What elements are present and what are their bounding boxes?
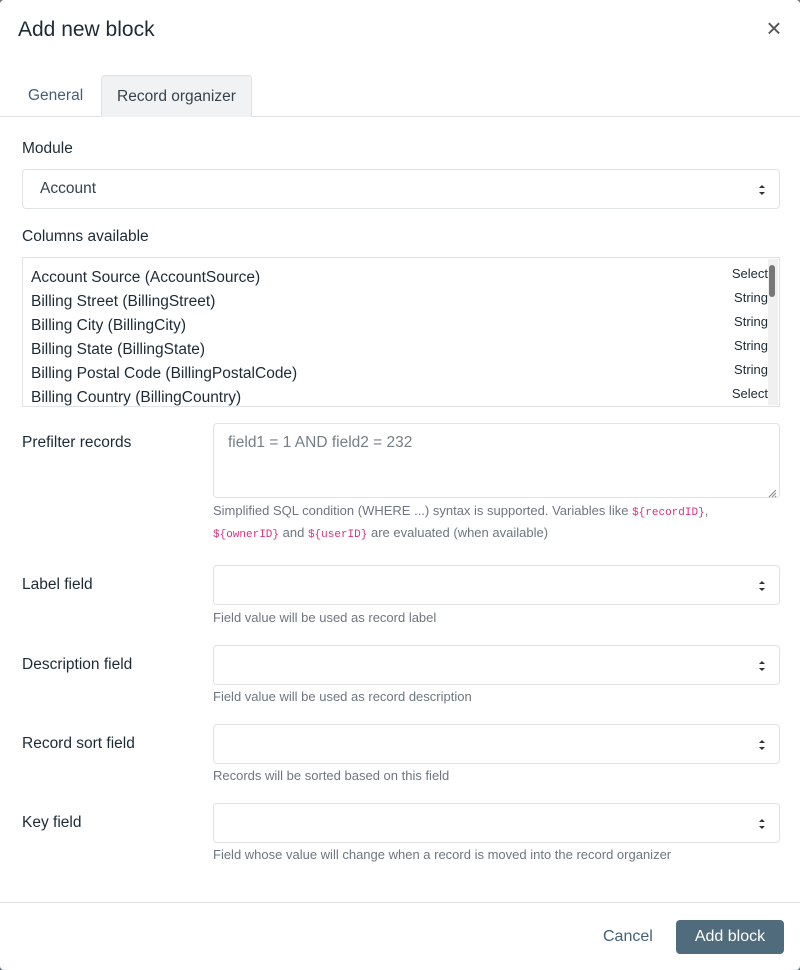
column-type: String [734, 338, 768, 353]
column-name: Billing Postal Code (BillingPostalCode) [31, 365, 298, 382]
list-item[interactable]: Billing Postal Code (BillingPostalCode) … [31, 362, 768, 386]
column-name: Billing Street (BillingStreet) [31, 293, 216, 310]
module-label: Module [22, 140, 73, 157]
modal-header: Add new block × [0, 0, 800, 62]
prefilter-help-and: and [279, 525, 308, 540]
prefilter-textarea[interactable]: field1 = 1 AND field2 = 232 [213, 423, 780, 498]
add-block-modal: Add new block × General Record organizer… [0, 0, 800, 970]
list-item[interactable]: Billing City (BillingCity) String [31, 314, 768, 338]
column-type: Select [731, 386, 768, 401]
list-scrollbar[interactable] [768, 259, 778, 405]
chevron-up-down-icon [757, 659, 767, 673]
column-type: Select [731, 266, 768, 281]
prefilter-label: Prefilter records [22, 434, 132, 451]
sort-field-select[interactable] [213, 724, 780, 764]
code-record-id: ${recordID} [632, 507, 705, 519]
tab-bar: General Record organizer [0, 75, 800, 117]
scrollbar-thumb[interactable] [769, 265, 775, 297]
prefilter-placeholder: field1 = 1 AND field2 = 232 [228, 434, 413, 451]
list-item[interactable]: Billing Country (BillingCountry) Select [31, 386, 768, 406]
module-select[interactable]: Account [22, 169, 780, 209]
list-item[interactable]: Account Source (AccountSource) Select [31, 266, 768, 290]
sort-field-label: Record sort field [22, 735, 135, 752]
prefilter-help: Simplified SQL condition (WHERE ...) syn… [213, 501, 780, 545]
code-user-id: ${userID} [307, 529, 368, 541]
list-item[interactable]: Billing Street (BillingStreet) String [31, 290, 768, 314]
cancel-button[interactable]: Cancel [591, 920, 665, 954]
prefilter-help-tail: are evaluated (when available) [367, 525, 549, 540]
prefilter-help-text: Simplified SQL condition (WHERE ...) syn… [213, 503, 633, 518]
column-name: Account Source (AccountSource) [31, 269, 261, 286]
columns-label: Columns available [22, 228, 149, 245]
column-type: String [734, 362, 768, 377]
chevron-up-down-icon [757, 738, 767, 752]
chevron-up-down-icon [757, 183, 767, 197]
label-field-label: Label field [22, 576, 93, 593]
label-field-select[interactable] [213, 565, 780, 605]
label-field-help: Field value will be used as record label [213, 610, 437, 625]
description-field-help: Field value will be used as record descr… [213, 689, 472, 704]
key-field-select[interactable] [213, 803, 780, 843]
key-field-label: Key field [22, 814, 82, 831]
column-type: String [734, 290, 768, 305]
module-select-value: Account [40, 180, 97, 197]
description-field-label: Description field [22, 656, 133, 673]
column-name: Billing Country (BillingCountry) [31, 389, 242, 406]
resize-handle-icon[interactable] [767, 485, 777, 498]
column-type: String [734, 314, 768, 329]
add-block-button[interactable]: Add block [676, 920, 784, 954]
column-name: Billing City (BillingCity) [31, 317, 187, 334]
columns-list[interactable]: Account Source (AccountSource) Select Bi… [22, 257, 780, 407]
tab-record-organizer[interactable]: Record organizer [101, 75, 252, 117]
column-name: Billing State (BillingState) [31, 341, 206, 358]
chevron-up-down-icon [757, 579, 767, 593]
modal-title: Add new block [18, 18, 155, 41]
modal-footer: Cancel Add block [0, 902, 800, 970]
sort-field-help: Records will be sorted based on this fie… [213, 768, 450, 783]
code-owner-id: ${ownerID} [213, 529, 280, 541]
close-icon[interactable]: × [764, 15, 784, 41]
tab-general[interactable]: General [13, 75, 98, 117]
description-field-select[interactable] [213, 645, 780, 685]
chevron-up-down-icon [757, 817, 767, 831]
prefilter-help-comma: , [704, 503, 709, 518]
list-item[interactable]: Billing State (BillingState) String [31, 338, 768, 362]
key-field-help: Field whose value will change when a rec… [213, 847, 672, 862]
